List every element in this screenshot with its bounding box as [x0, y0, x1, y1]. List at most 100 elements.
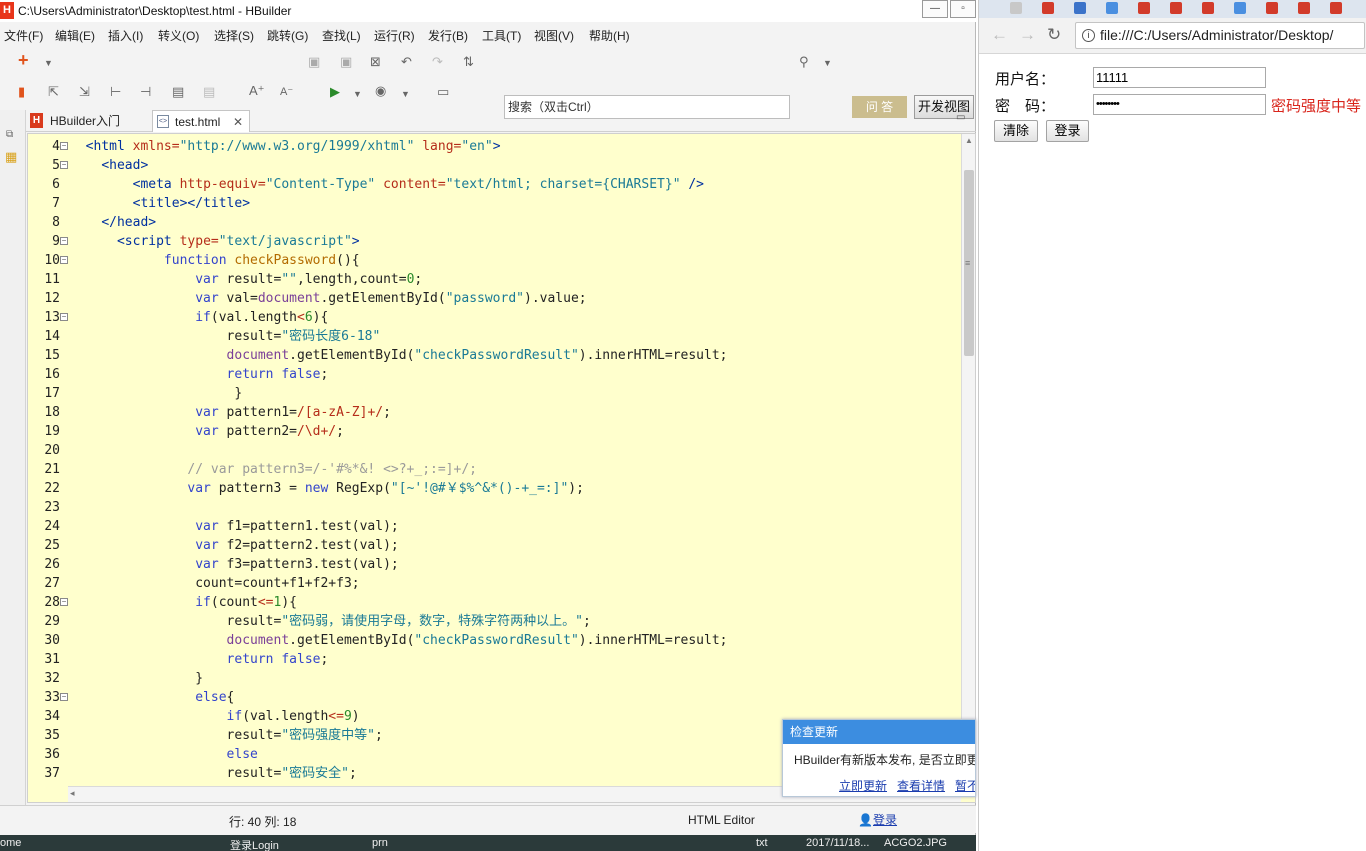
- browser-tab[interactable]: [1325, 0, 1347, 18]
- login-link[interactable]: 登录: [873, 811, 897, 828]
- browser-tab[interactable]: [1165, 0, 1187, 18]
- fold-toggle-icon[interactable]: −: [60, 598, 68, 606]
- project-icon[interactable]: ▦: [5, 150, 17, 164]
- fold-toggle-icon[interactable]: −: [60, 161, 68, 169]
- code-line[interactable]: function checkPassword(){: [70, 251, 360, 270]
- menu-item[interactable]: 跳转(G): [267, 27, 308, 44]
- menu-item[interactable]: 转义(O): [158, 27, 199, 44]
- menu-item[interactable]: 帮助(H): [589, 27, 630, 44]
- browser-tab[interactable]: [1005, 0, 1027, 18]
- code-line[interactable]: var pattern2=/\d+/;: [70, 422, 344, 441]
- indent-right-icon[interactable]: ⊣: [140, 85, 151, 99]
- menu-item[interactable]: 插入(I): [108, 27, 143, 44]
- code-line[interactable]: var val=document.getElementById("passwor…: [70, 289, 586, 308]
- restore-icon[interactable]: ⧉: [6, 128, 13, 142]
- code-line[interactable]: result="密码强度中等";: [70, 726, 383, 745]
- fold-toggle-icon[interactable]: −: [60, 237, 68, 245]
- browser-tab[interactable]: [1229, 0, 1251, 18]
- font-decrease-icon[interactable]: A⁻: [280, 85, 293, 99]
- tab-test-html[interactable]: <> test.html ✕: [152, 110, 250, 132]
- not-now-link[interactable]: 暂不: [955, 777, 975, 794]
- fold-toggle-icon[interactable]: −: [60, 256, 68, 264]
- taskbar-item[interactable]: txt: [756, 837, 768, 849]
- taskbar-item[interactable]: 登录Login: [230, 837, 279, 851]
- code-line[interactable]: result="密码弱，请使用字母，数字，特殊字符两种以上。";: [70, 612, 591, 631]
- code-line[interactable]: else{: [70, 688, 234, 707]
- menu-item[interactable]: 文件(F): [4, 27, 43, 44]
- password-input[interactable]: ••••••••: [1093, 94, 1266, 115]
- code-line[interactable]: var pattern1=/[a-zA-Z]+/;: [70, 403, 391, 422]
- update-now-link[interactable]: 立即更新: [839, 777, 887, 794]
- code-line[interactable]: <title></title>: [70, 194, 250, 213]
- code-line[interactable]: if(val.length<6){: [70, 308, 328, 327]
- code-line[interactable]: return false;: [70, 365, 329, 384]
- vertical-scrollbar[interactable]: ▲ ≡: [961, 134, 975, 786]
- fold-toggle-icon[interactable]: −: [60, 693, 68, 701]
- browser-tab[interactable]: [1069, 0, 1091, 18]
- browser-tab[interactable]: [1261, 0, 1283, 18]
- menu-item[interactable]: 编辑(E): [55, 27, 95, 44]
- save-icon[interactable]: ▣: [308, 55, 320, 69]
- close-file-icon[interactable]: ⊠: [370, 55, 381, 69]
- open-file-icon[interactable]: ⇱: [48, 85, 59, 99]
- run-icon[interactable]: ▶: [330, 85, 340, 99]
- code-line[interactable]: <script type="text/javascript">: [70, 232, 360, 251]
- forward-icon[interactable]: →: [1019, 26, 1036, 44]
- scroll-left-icon[interactable]: ◂: [70, 788, 75, 799]
- browser-tab[interactable]: [1133, 0, 1155, 18]
- bookmark-icon[interactable]: ▮: [18, 85, 25, 99]
- minimize-editor-icon[interactable]: ▭: [956, 112, 965, 123]
- menu-item[interactable]: 工具(T): [482, 27, 521, 44]
- code-line[interactable]: var f2=pattern2.test(val);: [70, 536, 399, 555]
- uncomment-icon[interactable]: ▤: [203, 85, 215, 99]
- code-line[interactable]: var pattern3 = new RegExp("[~'!@#￥$%^&*(…: [70, 479, 584, 498]
- code-editor[interactable]: 4−5−6 7 8 9−10−11 12 13−14 15 16 17 18 19 20 21 22 23 2…: [27, 133, 976, 803]
- tab-hbuilder-intro[interactable]: H HBuilder入门: [26, 110, 152, 132]
- code-line[interactable]: result="密码安全";: [70, 764, 357, 783]
- browser-tab[interactable]: [1197, 0, 1219, 18]
- code-line[interactable]: return false;: [70, 650, 329, 669]
- search-icon[interactable]: ⚲: [799, 55, 809, 69]
- code-line[interactable]: }: [70, 669, 203, 688]
- back-icon[interactable]: ←: [991, 26, 1008, 44]
- code-line[interactable]: // var pattern3=/-'#%*&! <>?+_;:=]+/;: [70, 460, 477, 479]
- indent-left-icon[interactable]: ⊢: [110, 85, 121, 99]
- browser-icon[interactable]: ◉: [375, 84, 386, 98]
- code-line[interactable]: }: [70, 384, 242, 403]
- feedback-icon[interactable]: ▭: [437, 85, 449, 99]
- fold-toggle-icon[interactable]: −: [60, 142, 68, 150]
- chevron-down-icon[interactable]: ▼: [401, 87, 410, 101]
- redo-icon[interactable]: ↷: [432, 55, 443, 69]
- code-line[interactable]: else: [70, 745, 258, 764]
- browser-tab[interactable]: [1037, 0, 1059, 18]
- font-increase-icon[interactable]: A⁺: [249, 84, 265, 98]
- close-icon[interactable]: ✕: [233, 111, 243, 133]
- menu-item[interactable]: 选择(S): [214, 27, 254, 44]
- browser-tab[interactable]: [1293, 0, 1315, 18]
- code-line[interactable]: document.getElementById("checkPasswordRe…: [70, 346, 728, 365]
- clear-button[interactable]: 清除: [994, 120, 1038, 142]
- taskbar-item[interactable]: ACGO2.JPG: [884, 837, 947, 849]
- menu-item[interactable]: 运行(R): [374, 27, 415, 44]
- minimize-button[interactable]: —: [922, 0, 948, 18]
- code-line[interactable]: count=count+f1+f2+f3;: [70, 574, 359, 593]
- chevron-down-icon[interactable]: ▼: [823, 56, 832, 70]
- reload-icon[interactable]: ↻: [1047, 26, 1061, 44]
- import-icon[interactable]: ⇲: [79, 85, 90, 99]
- code-line[interactable]: if(val.length<=9): [70, 707, 360, 726]
- new-file-icon[interactable]: +: [18, 51, 29, 69]
- code-line[interactable]: var result="",length,count=0;: [70, 270, 422, 289]
- menu-item[interactable]: 查找(L): [322, 27, 361, 44]
- code-line[interactable]: var f3=pattern3.test(val);: [70, 555, 399, 574]
- taskbar-item[interactable]: prn: [372, 837, 388, 849]
- code-line[interactable]: result="密码长度6-18": [70, 327, 381, 346]
- taskbar-item[interactable]: ome: [0, 837, 21, 849]
- code-line[interactable]: var f1=pattern1.test(val);: [70, 517, 399, 536]
- code-line[interactable]: </head>: [70, 213, 156, 232]
- code-line[interactable]: <meta http-equiv="Content-Type" content=…: [70, 175, 704, 194]
- undo-icon[interactable]: ↶: [401, 55, 412, 69]
- info-icon[interactable]: i: [1082, 29, 1095, 42]
- code-line[interactable]: <head>: [70, 156, 148, 175]
- chevron-down-icon[interactable]: ▼: [353, 87, 362, 101]
- code-line[interactable]: if(count<=1){: [70, 593, 297, 612]
